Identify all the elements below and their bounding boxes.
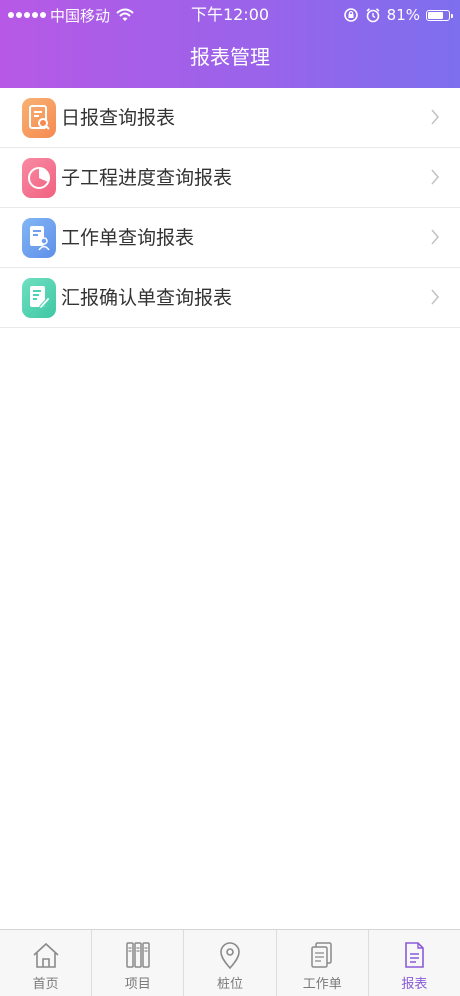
alarm-icon — [366, 8, 380, 23]
status-bar-right: 81% — [343, 5, 453, 25]
work-order-person-icon — [22, 217, 56, 258]
tab-home[interactable]: 首页 — [0, 930, 93, 996]
menu-item-label: 子工程进度查询报表 — [61, 166, 233, 189]
menu-item-daily-report[interactable]: 日报查询报表 — [0, 88, 460, 148]
chevron-right-icon — [431, 229, 440, 245]
status-bar: 中国移动 下午12:00 81% — [0, 0, 460, 30]
tab-label: 项目 — [124, 977, 151, 992]
documents-icon — [311, 942, 332, 968]
menu-item-label: 日报查询报表 — [61, 106, 176, 129]
tab-reports[interactable]: 报表 — [369, 930, 460, 996]
chevron-right-icon — [431, 289, 440, 305]
tab-label: 桩位 — [217, 977, 244, 992]
chevron-right-icon — [431, 109, 440, 125]
menu-item-work-order[interactable]: 工作单查询报表 — [0, 208, 460, 268]
report-icon — [405, 942, 425, 968]
document-edit-icon — [22, 277, 56, 318]
menu-item-label: 汇报确认单查询报表 — [61, 286, 233, 309]
tab-label: 报表 — [401, 977, 428, 992]
report-menu-list: 日报查询报表 子工程进度查询报表 工作单查询报表 汇报确认单查询报表 — [0, 88, 460, 328]
tab-pile-position[interactable]: 桩位 — [184, 930, 277, 996]
tab-bar: 首页 项目 桩位 工作单 报表 — [0, 929, 460, 996]
location-pin-icon — [220, 942, 240, 970]
binders-icon — [126, 942, 150, 968]
battery-level — [428, 11, 443, 19]
tab-label: 工作单 — [302, 977, 342, 992]
menu-item-report-confirmation[interactable]: 汇报确认单查询报表 — [0, 268, 460, 328]
menu-item-subproject-progress[interactable]: 子工程进度查询报表 — [0, 148, 460, 208]
page-title: 报表管理 — [190, 45, 270, 69]
chevron-right-icon — [431, 169, 440, 185]
home-icon — [33, 942, 59, 968]
pie-chart-icon — [22, 157, 56, 198]
tab-label: 首页 — [32, 977, 59, 992]
tab-work-orders[interactable]: 工作单 — [277, 930, 369, 996]
battery-percent: 81% — [386, 6, 420, 24]
battery-icon — [426, 9, 453, 21]
tab-projects[interactable]: 项目 — [92, 930, 185, 996]
daily-report-icon — [22, 97, 56, 138]
menu-item-label: 工作单查询报表 — [61, 226, 195, 249]
header: 中国移动 下午12:00 81% 报表管理 — [0, 0, 460, 88]
orientation-lock-icon — [343, 8, 358, 22]
